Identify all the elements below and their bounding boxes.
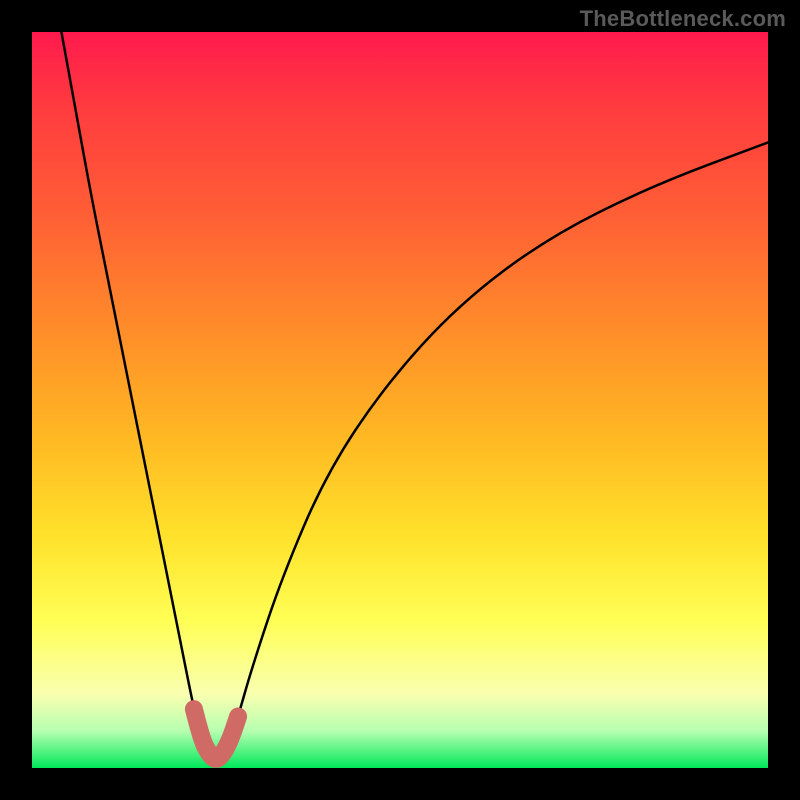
chart-plot-area [32,32,768,768]
chart-svg [32,32,768,768]
curve-group [61,32,768,759]
chart-frame: TheBottleneck.com [0,0,800,800]
marker-group [194,709,238,759]
bottleneck-curve [61,32,768,759]
watermark-text: TheBottleneck.com [580,6,786,32]
curve-highlight-marker [194,709,238,759]
